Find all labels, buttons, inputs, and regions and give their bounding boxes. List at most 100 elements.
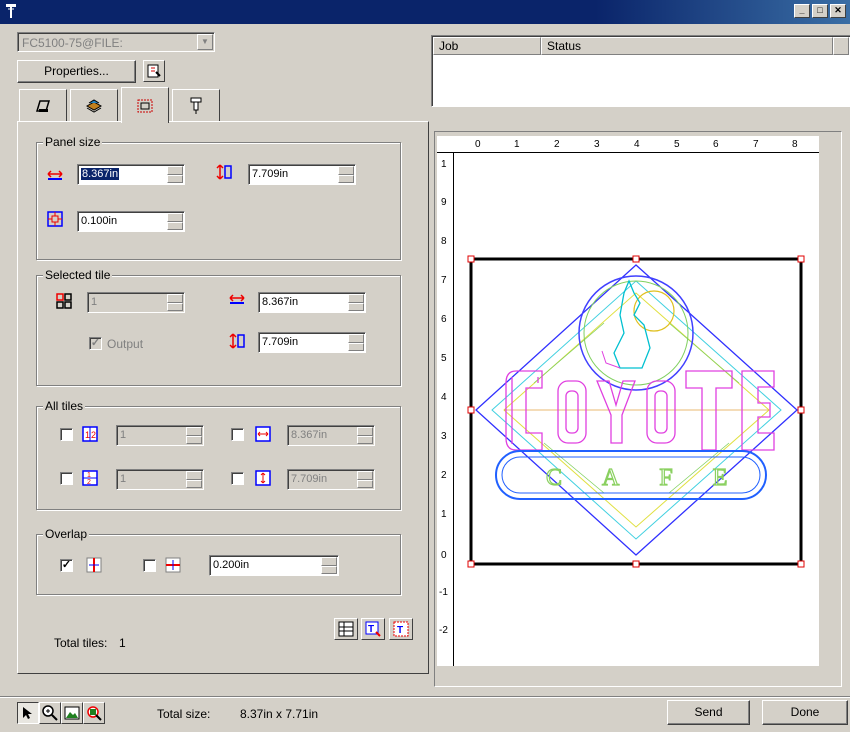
status-column-header[interactable]: Status bbox=[541, 37, 833, 55]
tile-text-button[interactable]: T bbox=[361, 618, 385, 640]
fixed-width-stepper bbox=[357, 427, 373, 444]
arrow-cursor-icon bbox=[23, 707, 32, 719]
properties-button[interactable]: Properties... bbox=[17, 60, 136, 83]
device-select[interactable]: FC5100-75@FILE: ▼ bbox=[17, 32, 215, 52]
fixed-width-icon bbox=[255, 426, 271, 442]
ruler-v-label: -1 bbox=[439, 587, 448, 598]
overlap-vertical-checkbox[interactable] bbox=[143, 559, 156, 572]
title-bar: _ □ ✕ bbox=[0, 0, 850, 24]
blade-icon bbox=[190, 97, 202, 114]
coyote-icon bbox=[613, 279, 651, 369]
tile-width-input[interactable]: 8.367in bbox=[258, 292, 366, 313]
fixed-height-checkbox[interactable] bbox=[231, 472, 244, 485]
ruler-v-label: 1 bbox=[441, 159, 447, 170]
all-tiles-group: All tiles bbox=[36, 399, 401, 510]
tile-text-options-button[interactable]: T bbox=[389, 618, 413, 640]
ruler-h-label: 8 bbox=[792, 139, 798, 150]
overlap-horizontal-icon bbox=[86, 557, 102, 573]
minimize-button[interactable]: _ bbox=[794, 4, 810, 18]
send-button[interactable]: Send bbox=[667, 700, 750, 725]
close-button[interactable]: ✕ bbox=[830, 4, 846, 18]
tab-layers[interactable] bbox=[70, 89, 118, 121]
rows-checkbox[interactable] bbox=[60, 472, 73, 485]
rows-stepper bbox=[186, 471, 202, 488]
horizontal-ruler: 0 1 2 3 4 5 6 7 8 bbox=[437, 136, 819, 153]
picture-icon bbox=[64, 706, 80, 720]
tab-tiling[interactable] bbox=[121, 87, 169, 123]
preview-canvas[interactable]: CAFE bbox=[454, 153, 819, 666]
height-arrows-icon bbox=[216, 164, 232, 180]
ruler-v-label: 5 bbox=[441, 353, 447, 364]
ruler-v-label: 7 bbox=[441, 275, 447, 286]
total-tiles-label: Total tiles: bbox=[54, 636, 108, 650]
tile-border bbox=[469, 257, 803, 566]
total-size-value: 8.37in x 7.71in bbox=[240, 707, 319, 721]
done-button[interactable]: Done bbox=[762, 700, 848, 725]
app-icon bbox=[5, 3, 19, 21]
overlap-legend: Overlap bbox=[43, 527, 90, 541]
tile-height-input[interactable]: 7.709in bbox=[258, 332, 366, 353]
selected-tile-legend: Selected tile bbox=[43, 268, 113, 282]
tab-blade[interactable] bbox=[172, 89, 220, 121]
overlap-horizontal-checkbox[interactable]: ✓ bbox=[60, 559, 73, 572]
tile-layout-button[interactable] bbox=[334, 618, 358, 640]
ruler-v-label: -2 bbox=[439, 625, 448, 636]
overlap-input[interactable]: 0.200in bbox=[209, 555, 339, 576]
coyote-word bbox=[505, 370, 775, 451]
total-tiles-value: 1 bbox=[119, 636, 126, 650]
rows-icon: 12 bbox=[82, 470, 98, 486]
device-settings-button[interactable] bbox=[143, 60, 165, 82]
svg-text:T: T bbox=[368, 624, 374, 635]
tile-grid-icon bbox=[56, 293, 72, 309]
tile-text-icon: T bbox=[365, 621, 381, 637]
total-size-label: Total size: bbox=[157, 707, 211, 721]
panel-margin-input[interactable]: 0.100in bbox=[77, 211, 185, 232]
job-column-header[interactable]: Job bbox=[433, 37, 541, 55]
zoom-icon bbox=[42, 705, 58, 721]
ruler-v-label: 1 bbox=[441, 509, 447, 520]
width-arrows-icon bbox=[47, 170, 63, 180]
coyote-cafe-artwork[interactable]: CAFE bbox=[454, 153, 819, 666]
panel-margin-stepper[interactable] bbox=[167, 213, 183, 230]
ruler-v-label: 9 bbox=[441, 197, 447, 208]
ruler-h-label: 4 bbox=[634, 139, 640, 150]
panel-width-input[interactable]: 8.367in bbox=[77, 164, 185, 185]
zoom-tool-button[interactable] bbox=[39, 702, 61, 724]
panel-size-legend: Panel size bbox=[43, 135, 103, 149]
maximize-button[interactable]: □ bbox=[812, 4, 828, 18]
margin-icon bbox=[47, 211, 63, 227]
settings-icon bbox=[147, 64, 161, 78]
ruler-h-label: 6 bbox=[713, 139, 719, 150]
chevron-down-icon[interactable]: ▼ bbox=[197, 34, 213, 50]
tab-plotter[interactable] bbox=[19, 89, 67, 121]
tile-height-arrows-icon bbox=[229, 333, 245, 349]
ruler-v-label: 8 bbox=[441, 236, 447, 247]
ruler-v-label: 4 bbox=[441, 392, 447, 403]
all-tiles-legend: All tiles bbox=[43, 399, 86, 413]
fixed-height-icon bbox=[255, 470, 271, 486]
panel-height-input[interactable]: 7.709in bbox=[248, 164, 356, 185]
columns-checkbox[interactable] bbox=[60, 428, 73, 441]
fixed-width-checkbox[interactable] bbox=[231, 428, 244, 441]
ruler-h-label: 2 bbox=[554, 139, 560, 150]
zoom-all-button[interactable] bbox=[83, 702, 105, 724]
tile-width-stepper[interactable] bbox=[348, 294, 364, 311]
device-select-value: FC5100-75@FILE: bbox=[22, 36, 123, 50]
panel-height-stepper[interactable] bbox=[338, 166, 354, 183]
panel-width-stepper[interactable] bbox=[167, 166, 183, 183]
rows-input: 1 bbox=[116, 469, 204, 490]
job-list[interactable]: Job Status bbox=[431, 35, 850, 107]
ruler-h-label: 3 bbox=[594, 139, 600, 150]
output-checkbox: ✓ bbox=[89, 337, 102, 350]
select-tool-button[interactable] bbox=[17, 702, 39, 724]
tile-text-options-icon: T bbox=[393, 621, 409, 637]
extra-column-header[interactable] bbox=[833, 37, 849, 55]
layers-icon bbox=[85, 98, 103, 113]
vertical-ruler: 1 9 8 7 6 5 4 3 2 1 0 -1 -2 bbox=[437, 153, 454, 666]
overlap-stepper[interactable] bbox=[321, 557, 337, 574]
svg-text:2: 2 bbox=[87, 479, 91, 486]
fit-page-button[interactable] bbox=[61, 702, 83, 724]
tile-height-stepper[interactable] bbox=[348, 334, 364, 351]
svg-text:1: 1 bbox=[85, 430, 90, 440]
cafe-text: CAFE bbox=[546, 465, 767, 491]
